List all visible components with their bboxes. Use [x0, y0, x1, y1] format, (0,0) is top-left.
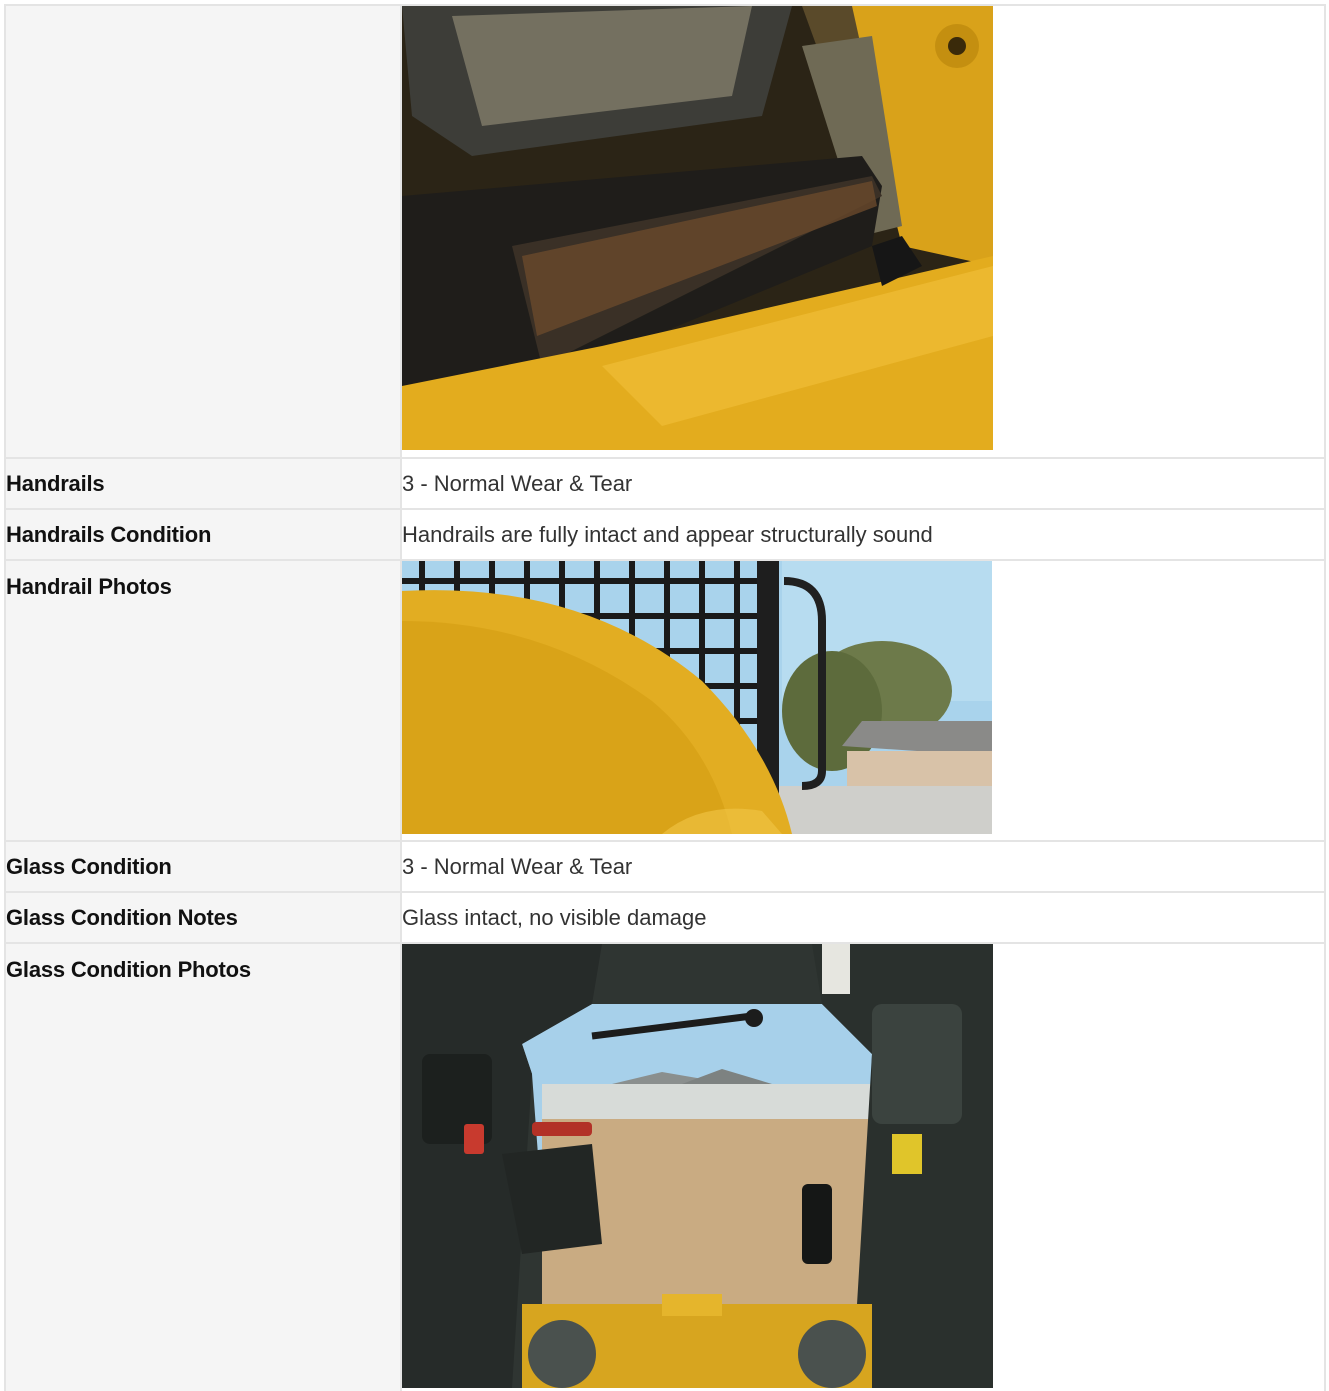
row-value: 3 - Normal Wear & Tear: [400, 457, 1326, 510]
table-row: Handrails Condition Handrails are fully …: [4, 508, 1326, 561]
cab-interior-windshield-photo[interactable]: [402, 944, 993, 1388]
inspection-table: Handrails 3 - Normal Wear & Tear Handrai…: [4, 4, 1326, 1391]
inspection-report-page: Handrails 3 - Normal Wear & Tear Handrai…: [0, 0, 1329, 1391]
table-row: Handrail Photos: [4, 559, 1326, 842]
row-label: Handrails: [4, 457, 402, 510]
skid-steer-step-photo[interactable]: [402, 6, 993, 450]
row-label: Glass Condition: [4, 840, 402, 893]
row-label: Handrails Condition: [4, 508, 402, 561]
table-row: [4, 4, 1326, 459]
row-label: [4, 4, 402, 459]
photo-cell: [400, 559, 1326, 842]
photo-cell: [400, 942, 1326, 1391]
table-row: Glass Condition 3 - Normal Wear & Tear: [4, 840, 1326, 893]
row-value: Handrails are fully intact and appear st…: [400, 508, 1326, 561]
photo-cell: [400, 4, 1326, 459]
row-label: Handrail Photos: [4, 559, 402, 842]
handrail-cab-cage-photo[interactable]: [402, 561, 992, 834]
table-row: Handrails 3 - Normal Wear & Tear: [4, 457, 1326, 510]
table-row: Glass Condition Notes Glass intact, no v…: [4, 891, 1326, 944]
row-value: Glass intact, no visible damage: [400, 891, 1326, 944]
row-value: 3 - Normal Wear & Tear: [400, 840, 1326, 893]
row-label: Glass Condition Photos: [4, 942, 402, 1391]
table-row: Glass Condition Photos: [4, 942, 1326, 1391]
row-label: Glass Condition Notes: [4, 891, 402, 944]
